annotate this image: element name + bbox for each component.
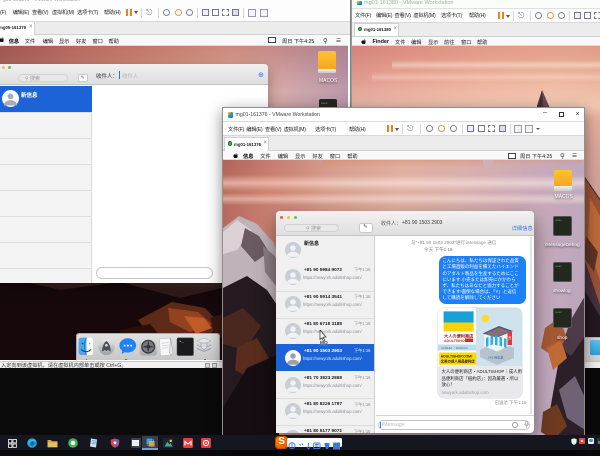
svg-text:北美の成人用品便利店: 北美の成人用品便利店	[441, 359, 476, 364]
svg-text:ADULTISHOP.COM！: ADULTISHOP.COM！	[441, 354, 475, 359]
svg-text:ALIMEBA ・ BAIDUSO: ALIMEBA ・ BAIDUSO	[441, 346, 468, 350]
svg-text:売: 売	[508, 335, 511, 340]
svg-text:24小時営業: 24小時営業	[488, 355, 503, 360]
svg-text:ADULTISHOP: ADULTISHOP	[444, 339, 468, 343]
svg-text:>_: >_	[179, 340, 184, 345]
